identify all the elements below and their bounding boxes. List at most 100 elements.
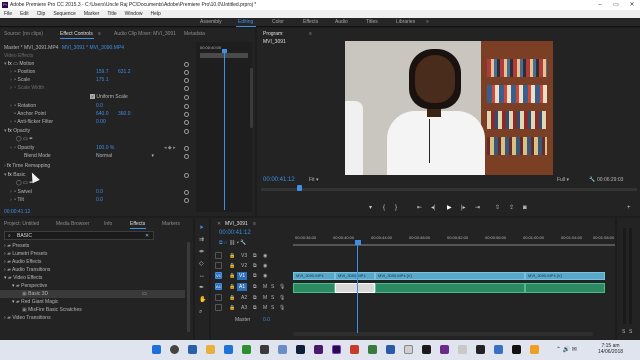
zoom-tool-icon[interactable]: ⌕ xyxy=(199,308,202,316)
meter-solo-right[interactable]: S xyxy=(629,328,632,336)
audition-icon[interactable] xyxy=(512,345,521,354)
program-menu-icon[interactable]: ≡ xyxy=(309,30,312,38)
snap-icon[interactable]: ∩ xyxy=(224,240,228,246)
chevron-down-icon[interactable]: ▾ xyxy=(4,172,7,178)
next-keyframe-icon[interactable]: ▸ xyxy=(173,145,176,151)
media-player-icon[interactable] xyxy=(350,345,359,354)
tree-item-video-effects[interactable]: ▾ ▰ Video Effects xyxy=(4,274,42,282)
voice-over-record-icon[interactable]: 🎙 xyxy=(279,304,285,312)
go-to-in-icon[interactable]: ⇤ xyxy=(417,204,422,212)
minimize-icon[interactable]: – xyxy=(592,0,608,10)
track-lock-icon[interactable]: 🔒 xyxy=(229,294,235,302)
search-icon[interactable] xyxy=(170,345,179,354)
timeline-menu-icon[interactable]: ≡ xyxy=(253,220,256,228)
chevron-right-icon[interactable]: › xyxy=(10,189,12,195)
swivel-value[interactable]: 0.0 xyxy=(96,188,103,196)
slip-tool-icon[interactable]: ↔ xyxy=(199,272,205,280)
stopwatch-active-icon[interactable]: ◔ xyxy=(13,145,16,151)
tree-item-misfire-basic-scratches[interactable]: ▣ MisFire Basic Scratches xyxy=(22,306,82,314)
chevron-right-icon[interactable]: › xyxy=(10,145,12,151)
clear-search-icon[interactable]: ✕ xyxy=(145,232,149,240)
scale-value[interactable]: 175.1 xyxy=(96,76,109,84)
tree-item-video-transitions[interactable]: › ▰ Video Transitions xyxy=(4,314,51,322)
swivel-reset-icon[interactable] xyxy=(184,190,189,195)
tab-metadata[interactable]: Metadata xyxy=(184,30,205,38)
checkbox-checked-icon[interactable]: ✓ xyxy=(90,94,95,99)
source-patch-icon[interactable] xyxy=(215,252,222,259)
menu-edit[interactable]: Edit xyxy=(16,10,33,18)
program-playhead[interactable] xyxy=(297,185,302,191)
premiere-pro-taskbar-icon[interactable] xyxy=(332,345,341,354)
motion-reset-icon[interactable] xyxy=(184,62,189,67)
track-lock-icon[interactable]: 🔒 xyxy=(229,252,235,260)
clip-a1-3[interactable] xyxy=(375,283,525,293)
workspace-libraries[interactable]: Libraries xyxy=(396,18,415,27)
source-patch-v1-icon[interactable]: V1 xyxy=(215,272,222,279)
settings-wrench-icon[interactable]: 🔧 xyxy=(589,176,595,184)
nest-toggle-icon[interactable]: ⧉ xyxy=(219,240,223,246)
lift-icon[interactable]: ⇧ xyxy=(495,204,500,212)
ellipse-mask-icon[interactable]: ◯ xyxy=(16,180,22,186)
workspace-assembly[interactable]: Assembly xyxy=(200,18,222,27)
stopwatch-icon[interactable]: ◔ xyxy=(13,189,16,195)
timeline-playhead-handle[interactable] xyxy=(355,240,361,245)
stopwatch-icon[interactable]: ◔ xyxy=(13,197,16,203)
effect-controls-timecode[interactable]: 00:00:41:12 xyxy=(4,208,30,216)
notes-icon[interactable] xyxy=(494,345,503,354)
uniform-scale-row[interactable]: ✓ Uniform Scale xyxy=(90,93,128,101)
sync-lock-icon[interactable]: ⧉ xyxy=(253,294,257,302)
premiere-project-icon[interactable] xyxy=(440,345,449,354)
stopwatch-icon[interactable]: ◔ xyxy=(13,69,16,75)
source-patch-icon[interactable] xyxy=(215,294,222,301)
tree-item-perspective[interactable]: ▾ ▰ Perspective xyxy=(12,282,47,290)
quality-dropdown[interactable]: Full ▾ xyxy=(557,176,569,184)
menu-sequence[interactable]: Sequence xyxy=(49,10,80,18)
stopwatch-icon[interactable]: ◔ xyxy=(13,103,16,109)
clock[interactable]: 7:15 am 14/06/2018 xyxy=(598,343,623,355)
track-lock-icon[interactable]: 🔒 xyxy=(229,304,235,312)
start-icon[interactable] xyxy=(152,345,161,354)
solo-button[interactable]: S xyxy=(271,283,274,291)
program-scrub-bar[interactable] xyxy=(261,188,637,191)
opacity-value-reset-icon[interactable] xyxy=(184,146,189,151)
uniform-scale-reset-icon[interactable] xyxy=(184,95,189,100)
spotify-icon[interactable] xyxy=(476,345,485,354)
clip-a1-4[interactable] xyxy=(525,283,605,293)
blend-mode-reset-icon[interactable] xyxy=(184,154,189,159)
track-select-tool-icon[interactable]: ⇉ xyxy=(199,236,204,244)
workspace-overflow-icon[interactable]: » xyxy=(426,18,429,27)
effects-tree-scrollbar[interactable] xyxy=(187,242,190,332)
tab-audio-clip-mixer[interactable]: Audio Clip Mixer: MVI_3091 xyxy=(114,30,176,38)
mute-button[interactable]: M xyxy=(263,294,267,302)
toggle-output-icon[interactable]: ◉ xyxy=(263,272,267,280)
sequence-clip-label[interactable]: MVI_3091 * MVI_3090.MP4 xyxy=(62,44,124,52)
scale-width-reset-icon[interactable] xyxy=(184,86,189,91)
chrome-icon[interactable] xyxy=(242,345,251,354)
extract-icon[interactable]: ⇪ xyxy=(509,204,514,212)
opacity-reset-icon[interactable] xyxy=(184,129,189,134)
ripple-edit-tool-icon[interactable]: ⇹ xyxy=(199,248,204,256)
clip-v1-3[interactable]: MVI_3090.MP4 [V] xyxy=(375,272,525,280)
source-patch-icon[interactable] xyxy=(215,262,222,269)
terminal-icon[interactable] xyxy=(422,345,431,354)
menu-title[interactable]: Title xyxy=(103,10,120,18)
play-icon[interactable]: ▶ xyxy=(447,204,452,212)
chevron-right-icon[interactable]: › xyxy=(10,77,12,83)
chevron-right-icon[interactable]: › xyxy=(10,197,12,203)
chevron-right-icon[interactable]: › xyxy=(10,69,12,75)
chevron-right-icon[interactable]: › xyxy=(4,163,6,169)
timeline-settings-icon[interactable]: 🔧 xyxy=(240,240,246,246)
effect-mini-timeline[interactable]: 00:00:40:00 xyxy=(196,42,252,212)
timeline-ruler[interactable]: 00:00:36:00 00:00:40:00 00:00:44:00 00:0… xyxy=(293,234,615,244)
hand-tool-icon[interactable]: ✋ xyxy=(199,296,206,304)
pen-tool-icon[interactable]: ✒ xyxy=(199,284,204,292)
sync-lock-icon[interactable]: ⧉ xyxy=(253,283,257,291)
tab-info[interactable]: Info xyxy=(104,220,112,228)
illustrator-icon[interactable] xyxy=(530,345,539,354)
clip-v1-4[interactable]: MVI_3090.MP4 [V] xyxy=(525,272,605,280)
tree-item-lumetri-presets[interactable]: › ▰ Lumetri Presets xyxy=(4,250,47,258)
tilt-value[interactable]: 0.0 xyxy=(96,196,103,204)
workspace-audio[interactable]: Audio xyxy=(335,18,348,27)
scale-reset-icon[interactable] xyxy=(184,78,189,83)
fit-dropdown[interactable]: Fit ▾ xyxy=(309,176,318,184)
